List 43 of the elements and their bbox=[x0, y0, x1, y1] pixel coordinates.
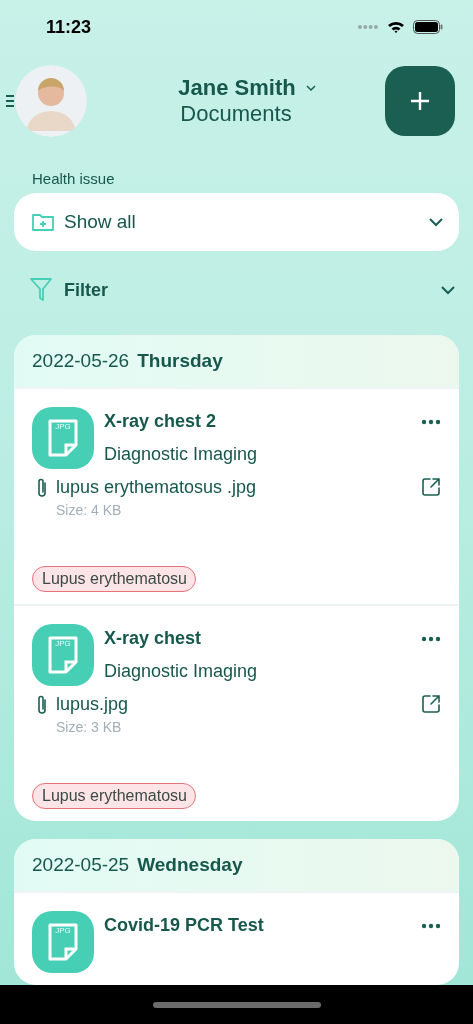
open-external-icon[interactable] bbox=[421, 477, 441, 497]
folder-plus-icon bbox=[32, 213, 54, 232]
screen-title: Documents bbox=[180, 100, 292, 127]
signal-icon bbox=[357, 24, 379, 31]
document-category: Diagnostic Imaging bbox=[104, 661, 259, 682]
home-indicator[interactable] bbox=[152, 1001, 321, 1008]
file-size: Size: 4 KB bbox=[56, 502, 123, 518]
paperclip-icon bbox=[36, 694, 48, 716]
chevron-down-icon[interactable] bbox=[305, 84, 316, 91]
file-size: Size: 3 KB bbox=[56, 719, 123, 735]
health-issue-dropdown[interactable]: Show all bbox=[14, 193, 459, 252]
add-button[interactable] bbox=[385, 65, 455, 136]
plus-icon bbox=[410, 90, 430, 111]
document-title: X-ray chest bbox=[104, 628, 203, 649]
more-icon[interactable] bbox=[421, 419, 441, 425]
field-label: Health issue bbox=[32, 170, 116, 188]
tag: Lupus erythematosu bbox=[32, 783, 196, 809]
document-title: Covid-19 PCR Test bbox=[104, 915, 265, 936]
file-name[interactable]: lupus erythematosus .jpg bbox=[56, 477, 413, 498]
group-date: 2022-05-25 bbox=[32, 854, 130, 876]
menu-icon[interactable] bbox=[6, 93, 14, 108]
group-weekday: Thursday bbox=[137, 350, 223, 372]
paperclip-icon bbox=[36, 477, 48, 499]
wifi-icon bbox=[387, 20, 405, 35]
group-weekday: Wednesday bbox=[137, 854, 243, 876]
file-icon: JPG bbox=[32, 911, 94, 973]
group-date: 2022-05-26 bbox=[32, 350, 130, 372]
document-title: X-ray chest 2 bbox=[104, 411, 218, 432]
file-icon: JPG bbox=[32, 624, 94, 686]
user-name[interactable]: Jane Smith bbox=[178, 74, 296, 101]
open-external-icon[interactable] bbox=[421, 694, 441, 714]
file-name[interactable]: lupus.jpg bbox=[56, 694, 413, 715]
tag: Lupus erythematosu bbox=[32, 566, 196, 592]
more-icon[interactable] bbox=[421, 636, 441, 642]
chevron-down-icon bbox=[429, 217, 443, 227]
status-time: 11:23 bbox=[46, 16, 92, 38]
document-category: Diagnostic Imaging bbox=[104, 444, 259, 465]
file-icon: JPG bbox=[32, 407, 94, 469]
battery-icon bbox=[413, 20, 443, 35]
chevron-icon bbox=[441, 285, 455, 295]
filter-toggle[interactable]: Filter bbox=[30, 275, 455, 305]
more-icon[interactable] bbox=[421, 923, 441, 929]
filter-icon bbox=[30, 278, 52, 303]
